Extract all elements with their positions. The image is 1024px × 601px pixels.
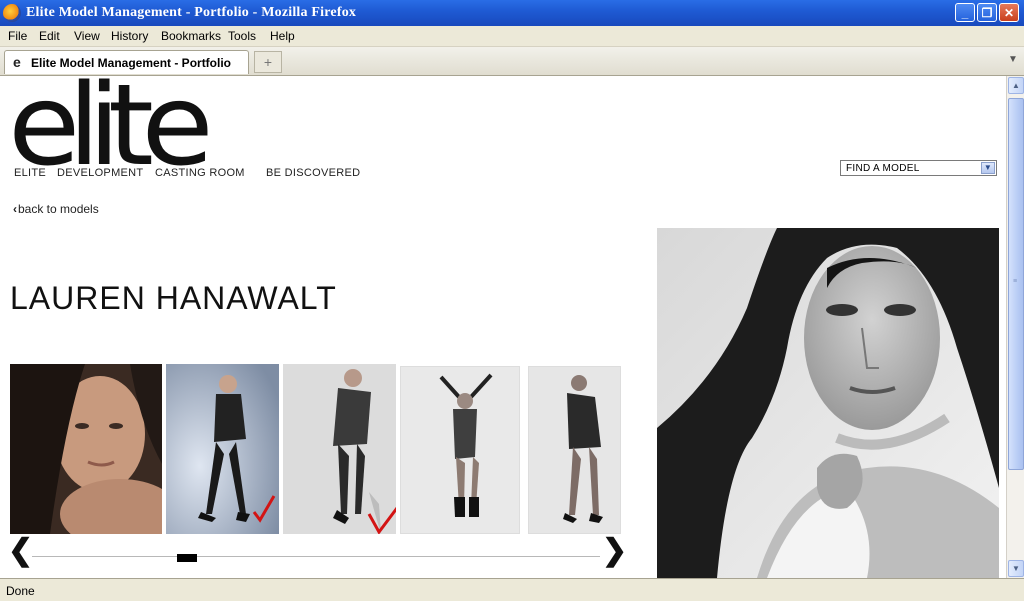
scroll-up-icon[interactable]: ▲ bbox=[1008, 77, 1024, 94]
window-title: Elite Model Management - Portfolio - Moz… bbox=[26, 5, 357, 20]
status-text: Done bbox=[6, 584, 35, 598]
tab-scroll-down-icon[interactable]: ▼ bbox=[1008, 54, 1018, 65]
page-favicon-icon: e bbox=[13, 54, 21, 70]
find-model-label: FIND A MODEL bbox=[846, 163, 920, 174]
menu-view[interactable]: View bbox=[74, 29, 100, 43]
menu-history[interactable]: History bbox=[111, 29, 148, 43]
model-name-heading: LAUREN HANAWALT bbox=[10, 280, 337, 316]
portfolio-thumbnail[interactable] bbox=[10, 364, 162, 534]
back-link-label: back to models bbox=[18, 202, 99, 216]
window-title-bar: Elite Model Management - Portfolio - Moz… bbox=[0, 0, 1024, 26]
menu-file[interactable]: File bbox=[8, 29, 27, 43]
gallery-slider-handle[interactable] bbox=[177, 554, 197, 562]
find-model-select[interactable]: FIND A MODEL ▼ bbox=[840, 160, 997, 176]
gallery-slider-track[interactable] bbox=[32, 556, 600, 557]
portfolio-thumbnail[interactable] bbox=[166, 364, 279, 534]
grip-icon: ≡ bbox=[1013, 278, 1018, 285]
portfolio-thumbnail[interactable] bbox=[528, 366, 621, 534]
firefox-icon bbox=[3, 4, 21, 22]
minimize-button[interactable]: _ bbox=[955, 3, 975, 22]
page-content: elite ELITE DEVELOPMENT CASTING ROOM BE … bbox=[0, 76, 1006, 578]
menu-bookmarks[interactable]: Bookmarks bbox=[161, 29, 221, 43]
nav-elite[interactable]: ELITE bbox=[14, 167, 46, 179]
chevron-down-icon[interactable]: ▼ bbox=[981, 162, 995, 174]
menu-tools[interactable]: Tools bbox=[228, 29, 256, 43]
chevron-left-icon: ‹ bbox=[13, 202, 17, 216]
nav-casting-room[interactable]: CASTING ROOM bbox=[155, 167, 245, 179]
nav-development[interactable]: DEVELOPMENT bbox=[57, 167, 143, 179]
maximize-button[interactable]: ❐ bbox=[977, 3, 997, 22]
close-button[interactable]: ✕ bbox=[999, 3, 1019, 22]
gallery-next-arrow-icon[interactable]: ❯ bbox=[602, 536, 627, 566]
tab-label: Elite Model Management - Portfolio bbox=[31, 56, 232, 70]
scrollbar-thumb[interactable]: ≡ bbox=[1008, 98, 1024, 470]
menu-help[interactable]: Help bbox=[270, 29, 295, 43]
tab-strip: e Elite Model Management - Portfolio + ▼ bbox=[0, 47, 1024, 76]
portfolio-thumbnail[interactable] bbox=[283, 364, 396, 534]
new-tab-button[interactable]: + bbox=[254, 51, 282, 73]
status-bar: Done bbox=[0, 578, 1024, 601]
menu-edit[interactable]: Edit bbox=[39, 29, 60, 43]
menu-bar: File Edit View History Bookmarks Tools H… bbox=[0, 26, 1024, 47]
portfolio-thumbnail[interactable] bbox=[400, 366, 520, 534]
gallery-prev-arrow-icon[interactable]: ❮ bbox=[8, 536, 33, 566]
scroll-down-icon[interactable]: ▼ bbox=[1008, 560, 1024, 577]
elite-logo[interactable]: elite bbox=[8, 76, 214, 182]
vertical-scrollbar[interactable]: ▲ ≡ ▼ bbox=[1006, 76, 1024, 578]
back-to-models-link[interactable]: ‹back to models bbox=[13, 202, 99, 216]
featured-portfolio-photo bbox=[657, 228, 999, 578]
tab-portfolio[interactable]: e Elite Model Management - Portfolio bbox=[4, 50, 249, 74]
nav-be-discovered[interactable]: BE DISCOVERED bbox=[266, 167, 360, 179]
